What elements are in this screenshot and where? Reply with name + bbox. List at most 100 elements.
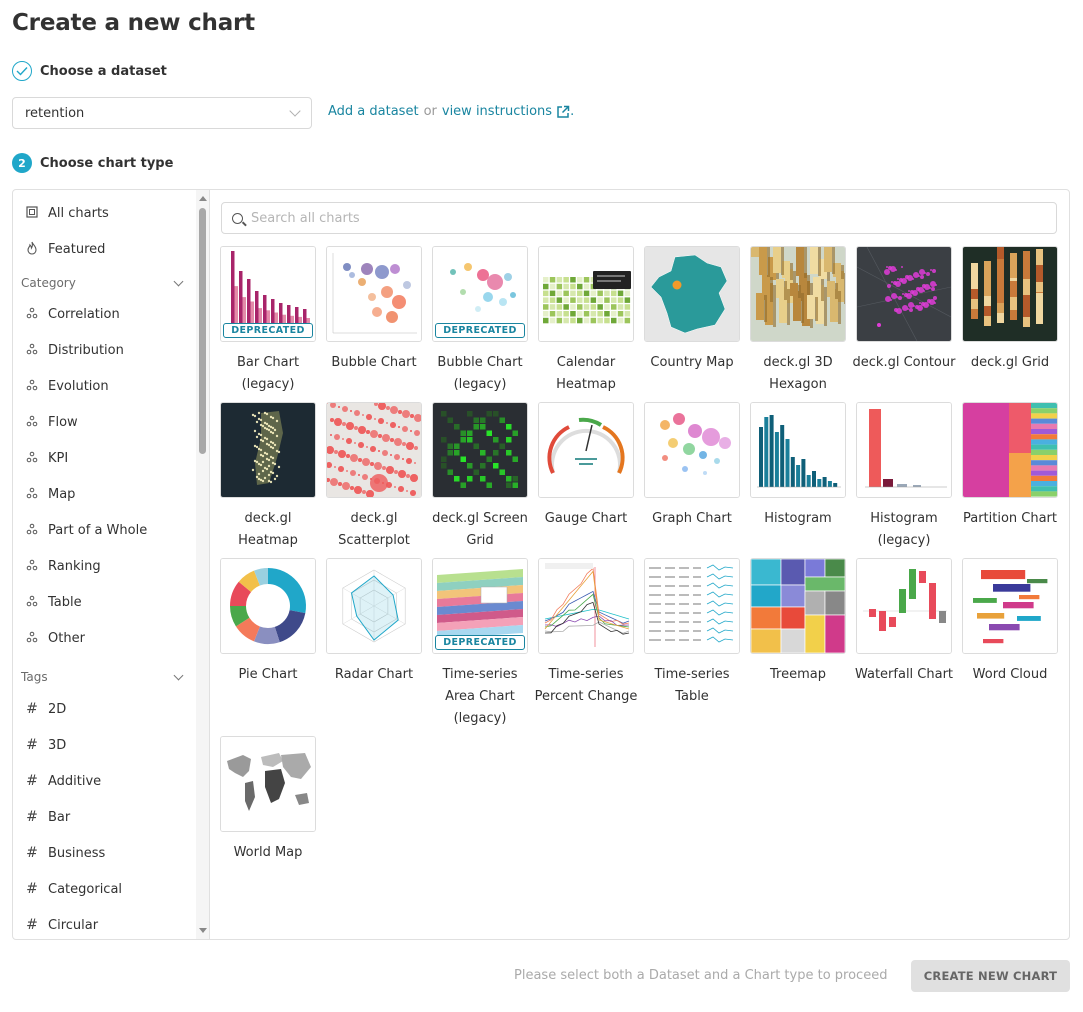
chart-thumbnail[interactable] bbox=[538, 402, 634, 498]
chart-search-box[interactable] bbox=[221, 202, 1057, 234]
sidebar-item-table[interactable]: Table bbox=[13, 587, 196, 617]
view-instructions-link[interactable]: view instructions bbox=[442, 104, 552, 119]
chart-tile-bubble-chart[interactable]: Bubble Chart bbox=[325, 246, 423, 374]
chart-tile-word-cloud[interactable]: Word Cloud bbox=[961, 558, 1059, 686]
chart-thumbnail-image bbox=[751, 247, 845, 341]
chart-tile-gauge-chart[interactable]: Gauge Chart bbox=[537, 402, 635, 530]
chart-tile-bar-chart-legacy[interactable]: DEPRECATED Bar Chart (legacy) bbox=[219, 246, 317, 396]
chart-thumbnail[interactable] bbox=[220, 558, 316, 654]
deprecated-badge: DEPRECATED bbox=[435, 635, 525, 650]
sidebar-item-correlation[interactable]: Correlation bbox=[13, 299, 196, 329]
category-section-header[interactable]: Category bbox=[21, 271, 186, 295]
chart-thumbnail[interactable] bbox=[644, 402, 740, 498]
chart-tile-label: Histogram bbox=[764, 511, 832, 526]
chart-tile-pie-chart[interactable]: Pie Chart bbox=[219, 558, 317, 686]
sidebar-tag-categorical[interactable]: # Categorical bbox=[13, 874, 196, 904]
sidebar-tag-circular[interactable]: # Circular bbox=[13, 910, 196, 939]
sidebar-item-ranking[interactable]: Ranking bbox=[13, 551, 196, 581]
chart-tile-histogram-legacy[interactable]: Histogram (legacy) bbox=[855, 402, 953, 552]
chart-tile-deck-gl-3d-hexagon[interactable]: deck.gl 3D Hexagon bbox=[749, 246, 847, 396]
chart-tile-waterfall-chart[interactable]: Waterfall Chart bbox=[855, 558, 953, 686]
sidebar-item-kpi[interactable]: KPI bbox=[13, 443, 196, 473]
chart-thumbnail[interactable] bbox=[750, 558, 846, 654]
chart-thumbnail[interactable] bbox=[644, 246, 740, 342]
sidebar-item-label: Evolution bbox=[48, 378, 109, 394]
sidebar-item-map[interactable]: Map bbox=[13, 479, 196, 509]
create-new-chart-button[interactable]: CREATE NEW CHART bbox=[911, 960, 1070, 992]
chart-thumbnail[interactable] bbox=[326, 558, 422, 654]
sidebar-item-evolution[interactable]: Evolution bbox=[13, 371, 196, 401]
chart-thumbnail[interactable] bbox=[962, 402, 1058, 498]
external-link-icon[interactable] bbox=[556, 105, 570, 119]
chart-search-input[interactable] bbox=[251, 210, 951, 226]
chart-tile-label: Time-series Table bbox=[654, 667, 730, 704]
chart-thumbnail-image bbox=[327, 247, 421, 341]
chart-tile-deck-gl-screen-grid[interactable]: deck.gl Screen Grid bbox=[431, 402, 529, 552]
chart-tile-label: Waterfall Chart bbox=[854, 667, 954, 682]
chart-tile-label: deck.gl Grid bbox=[970, 355, 1050, 370]
add-dataset-link[interactable]: Add a dataset bbox=[328, 104, 419, 119]
scroll-thumb[interactable] bbox=[199, 208, 206, 454]
sidebar-scrollbar[interactable] bbox=[196, 190, 209, 939]
chart-tile-radar-chart[interactable]: Radar Chart bbox=[325, 558, 423, 686]
chart-tile-deck-gl-grid[interactable]: deck.gl Grid bbox=[961, 246, 1059, 374]
chart-tile-calendar-heatmap[interactable]: Calendar Heatmap bbox=[537, 246, 635, 396]
scroll-up-icon[interactable] bbox=[199, 196, 207, 201]
chart-thumbnail[interactable] bbox=[644, 558, 740, 654]
step-choose-dataset: Choose a dataset bbox=[12, 60, 167, 82]
sidebar-item-other[interactable]: Other bbox=[13, 623, 196, 653]
chart-thumbnail[interactable]: DEPRECATED bbox=[432, 246, 528, 342]
chart-thumbnail[interactable] bbox=[220, 736, 316, 832]
sidebar-item-featured[interactable]: Featured bbox=[13, 234, 196, 264]
chart-tile-histogram[interactable]: Histogram bbox=[749, 402, 847, 530]
chart-tile-partition-chart[interactable]: Partition Chart bbox=[961, 402, 1059, 530]
search-icon bbox=[232, 212, 243, 224]
chart-thumbnail[interactable] bbox=[750, 402, 846, 498]
chart-tile-time-series-area-chart-legacy[interactable]: DEPRECATED Time-series Area Chart (legacy… bbox=[431, 558, 529, 730]
dataset-select[interactable]: retention bbox=[12, 97, 312, 129]
chart-thumbnail[interactable] bbox=[856, 558, 952, 654]
chart-tile-label: Pie Chart bbox=[238, 667, 298, 682]
chart-thumbnail[interactable] bbox=[326, 246, 422, 342]
chart-tile-time-series-percent-change[interactable]: Time-series Percent Change bbox=[535, 558, 637, 708]
chart-tile-deck-gl-heatmap[interactable]: deck.gl Heatmap bbox=[219, 402, 317, 552]
scroll-down-icon[interactable] bbox=[199, 928, 207, 933]
chart-thumbnail[interactable] bbox=[538, 246, 634, 342]
chart-thumbnail[interactable]: DEPRECATED bbox=[432, 558, 528, 654]
chart-tile-bubble-chart-legacy[interactable]: DEPRECATED Bubble Chart (legacy) bbox=[431, 246, 529, 396]
sidebar-tag-additive[interactable]: # Additive bbox=[13, 766, 196, 796]
chart-tile-treemap[interactable]: Treemap bbox=[749, 558, 847, 686]
chart-thumbnail[interactable] bbox=[326, 402, 422, 498]
chart-thumbnail[interactable] bbox=[432, 402, 528, 498]
chart-tile-country-map[interactable]: Country Map bbox=[643, 246, 741, 374]
chart-thumbnail[interactable]: DEPRECATED bbox=[220, 246, 316, 342]
chart-thumbnail[interactable] bbox=[856, 246, 952, 342]
chart-tile-graph-chart[interactable]: Graph Chart bbox=[643, 402, 741, 530]
chart-thumbnail[interactable] bbox=[750, 246, 846, 342]
sidebar-item-label: Distribution bbox=[48, 342, 124, 358]
sidebar-tag-business[interactable]: # Business bbox=[13, 838, 196, 868]
tags-section-header[interactable]: Tags bbox=[21, 665, 186, 689]
chart-tile-deck-gl-contour[interactable]: deck.gl Contour bbox=[853, 246, 955, 374]
category-icon bbox=[26, 559, 38, 574]
sidebar-item-distribution[interactable]: Distribution bbox=[13, 335, 196, 365]
chart-thumbnail[interactable] bbox=[220, 402, 316, 498]
sidebar-item-part-of-a-whole[interactable]: Part of a Whole bbox=[13, 515, 196, 545]
sidebar-item-flow[interactable]: Flow bbox=[13, 407, 196, 437]
chart-thumbnail[interactable] bbox=[538, 558, 634, 654]
sidebar-item-all-charts[interactable]: All charts bbox=[13, 198, 196, 228]
step-label: Choose a dataset bbox=[40, 63, 167, 79]
chart-tile-time-series-table[interactable]: Time-series Table bbox=[643, 558, 741, 708]
sidebar-tag-bar[interactable]: # Bar bbox=[13, 802, 196, 832]
sidebar-tag-2d[interactable]: #2D bbox=[13, 694, 196, 724]
chart-thumbnail[interactable] bbox=[962, 558, 1058, 654]
sidebar-tag-3d[interactable]: #3D bbox=[13, 730, 196, 760]
chart-tile-world-map[interactable]: World Map bbox=[219, 736, 317, 864]
chart-thumbnail[interactable] bbox=[856, 402, 952, 498]
category-icon bbox=[26, 523, 38, 538]
category-icon bbox=[26, 379, 38, 394]
chart-tile-deck-gl-scatterplot[interactable]: deck.gl Scatterplot bbox=[325, 402, 423, 552]
deprecated-badge: DEPRECATED bbox=[223, 323, 313, 338]
section-label: Category bbox=[21, 276, 76, 290]
chart-thumbnail[interactable] bbox=[962, 246, 1058, 342]
